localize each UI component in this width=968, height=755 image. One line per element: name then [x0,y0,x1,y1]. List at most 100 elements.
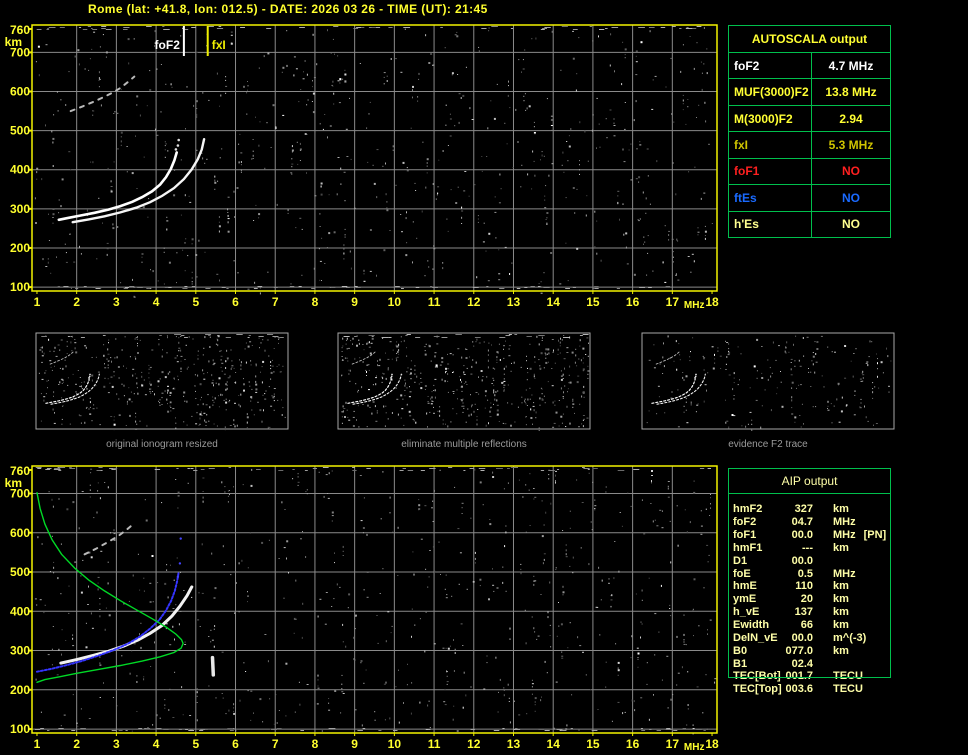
aip-row-value: 077.0 [785,644,813,657]
thumbnail-caption-2: eliminate multiple reflections [401,439,527,450]
svg-text:400: 400 [10,604,30,618]
autoscala-row-label: h'Es [729,211,812,237]
aip-row: hmE 110 km [733,580,891,593]
aip-row: h_vE 137 km [733,606,891,619]
autoscala-row: foF1 NO [729,158,890,186]
autoscala-row: h'Es NO [729,211,890,237]
svg-text:4: 4 [153,295,160,309]
aip-row-label: Ewidth [733,619,770,632]
autoscala-row-label: fxI [729,132,812,158]
autoscala-row-label: foF2 [729,53,812,79]
aip-row: D1 00.0 [733,554,891,567]
svg-text:17: 17 [666,295,680,309]
autoscala-row-value: 4.7 MHz [828,58,874,73]
svg-text:8: 8 [312,295,319,309]
aip-row-unit: km [833,593,849,606]
svg-text:km: km [5,476,22,490]
svg-text:13: 13 [507,295,521,309]
svg-text:15: 15 [586,295,600,309]
svg-text:fxI: fxI [212,38,226,52]
aip-row-value: 137 [794,606,813,619]
svg-text:200: 200 [10,241,30,255]
aip-row: hmF2 327 km [733,503,891,516]
aip-row-value: 00.0 [791,529,813,542]
svg-text:100: 100 [10,280,30,294]
thumbnail-evidence-f2-trace [641,332,895,431]
aip-row-value: 003.6 [785,683,813,696]
aip-row: ymE 20 km [733,593,891,606]
aip-row: foE 0.5 MHz [733,567,891,580]
aip-row-label: TEC[Bot] [733,670,781,683]
svg-text:10: 10 [388,295,402,309]
aip-row-value: 00.0 [791,631,813,644]
aip-row-label: h_vE [733,606,760,619]
aip-row: Ewidth 66 km [733,619,891,632]
aip-row: DelN_vE 00.0 m^(-3) [733,631,891,644]
aip-row: foF1 00.0 MHz [PN] [733,529,891,542]
thumbnail-caption-3: evidence F2 trace [728,439,808,450]
svg-text:10: 10 [388,737,402,751]
bottom-ionogram-plot: 1 2 3 4 5 6 7 8 9 10 11 12 13 14 15 16 17 18MHz7607006005… [5,464,719,753]
svg-text:5: 5 [192,737,199,751]
aip-row-unit: km [833,541,849,554]
aip-row-value: 20 [800,593,813,606]
svg-text:16: 16 [626,295,640,309]
svg-text:8: 8 [312,737,319,751]
svg-text:600: 600 [10,526,30,540]
svg-text:6: 6 [232,295,239,309]
aip-row: B1 02.4 [733,657,891,670]
svg-text:13: 13 [507,737,521,751]
aip-row-value: 110 [795,580,813,593]
aip-row: TEC[Bot] 001.7 TECU [733,670,891,683]
svg-text:12: 12 [467,737,481,751]
aip-row-unit: km [833,606,849,619]
svg-text:2: 2 [73,295,80,309]
svg-text:11: 11 [428,737,441,751]
svg-text:7: 7 [272,295,279,309]
aip-row-value: 327 [794,503,813,516]
svg-text:1: 1 [34,737,41,751]
svg-text:200: 200 [10,683,30,697]
autoscala-row-value: NO [842,217,860,232]
svg-text:16: 16 [626,737,640,751]
aip-row-value: --- [802,541,813,554]
aip-row-unit: km [833,644,849,657]
aip-row-label: B1 [733,657,748,670]
aip-table: hmF2 327 km foF2 04.7 MHz foF1 00.0 MHz [733,503,891,696]
aip-row-unit: m^(-3) [833,631,867,644]
aip-row-label: DelN_vE [733,631,778,644]
aip-row-value: 001.7 [785,670,813,683]
autoscala-row-label: foF1 [729,158,812,185]
aip-row-unit: km [833,580,849,593]
svg-text:18: 18 [705,295,719,309]
autoscala-row: ftEs NO [729,185,890,212]
svg-text:4: 4 [153,737,160,751]
aip-row-unit: MHz [833,567,856,580]
aip-row-value: 00.0 [791,554,813,567]
svg-text:3: 3 [113,295,120,309]
svg-text:100: 100 [10,722,30,736]
autoscala-row-value: 5.3 MHz [828,137,874,152]
aip-row-label: hmF2 [733,503,763,516]
autoscala-header: AUTOSCALA output [729,26,890,53]
svg-text:9: 9 [351,295,358,309]
aip-row-label: foF2 [733,516,757,529]
svg-text:300: 300 [10,202,30,216]
autoscala-row-label: ftEs [729,185,812,211]
svg-text:foF2: foF2 [155,38,181,52]
svg-text:14: 14 [547,737,561,751]
autoscala-row: MUF(3000)F2 13.8 MHz [729,79,890,106]
aip-row: foF2 04.7 MHz [733,516,891,529]
svg-text:MHz: MHz [684,742,705,753]
autoscala-row-value: NO [842,190,860,205]
ionogram-analysis-window: Rome (lat: +41.8, lon: 012.5) - DATE: 20… [0,0,968,755]
aip-row-label: ymE [733,593,757,606]
autoscala-table: foF2 4.7 MHz MUF(3000)F2 13.8 MHz M(3000… [729,53,890,237]
svg-text:12: 12 [467,295,481,309]
autoscala-row-label: MUF(3000)F2 [729,79,812,105]
autoscala-row: foF2 4.7 MHz [729,53,890,80]
svg-text:3: 3 [113,737,120,751]
svg-text:300: 300 [10,644,30,658]
aip-row-unit: km [833,619,849,632]
thumbnail-original-ionogram [35,332,289,431]
